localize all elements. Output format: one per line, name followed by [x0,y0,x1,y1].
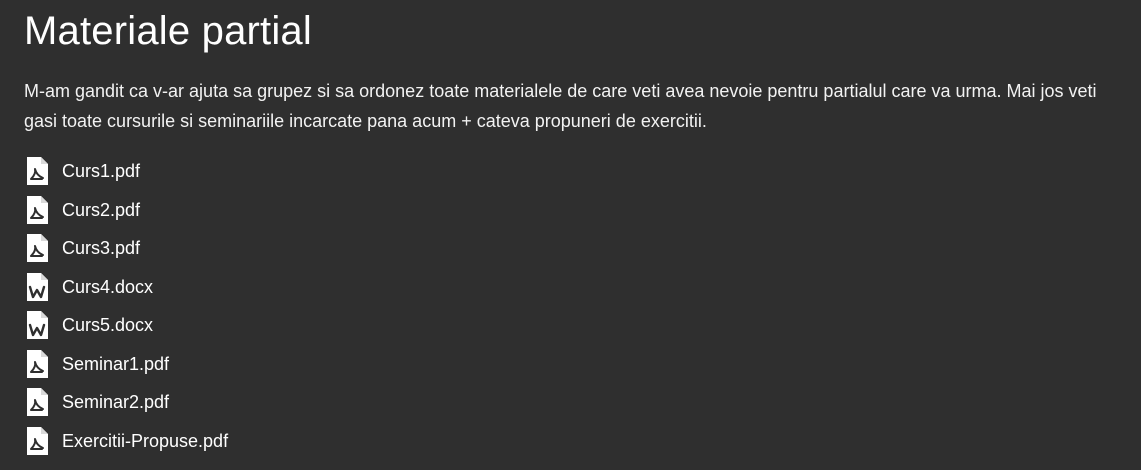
word-file-icon [26,272,48,301]
file-link-curs5[interactable]: Curs5.docx [24,306,1129,345]
file-name: Seminar2.pdf [62,392,170,413]
file-link-curs1[interactable]: Curs1.pdf [24,152,1129,191]
file-name: Curs1.pdf [62,161,141,182]
file-name: Seminar1.pdf [62,353,170,374]
page-description: M-am gandit ca v-ar ajuta sa grupez si s… [24,81,1097,131]
file-name: Curs4.docx [62,276,154,297]
page-title: Materiale partial [24,9,312,53]
file-list: Curs1.pdf Curs2.pdf Curs3.pdf Curs4.docx… [24,152,1129,460]
file-link-exercitii-propuse[interactable]: Exercitii-Propuse.pdf [24,422,1129,461]
file-link-curs3[interactable]: Curs3.pdf [24,229,1129,268]
file-link-seminar2[interactable]: Seminar2.pdf [24,383,1129,422]
pdf-file-icon [26,426,48,455]
file-name: Curs3.pdf [62,238,141,259]
pdf-file-icon [26,195,48,224]
pdf-file-icon [26,349,48,378]
file-link-curs2[interactable]: Curs2.pdf [24,191,1129,230]
word-file-icon [26,311,48,340]
pdf-file-icon [26,234,48,263]
pdf-file-icon [26,157,48,186]
file-name: Exercitii-Propuse.pdf [62,430,229,451]
file-name: Curs2.pdf [62,199,141,220]
file-link-seminar1[interactable]: Seminar1.pdf [24,345,1129,384]
file-name: Curs5.docx [62,315,154,336]
file-link-curs4[interactable]: Curs4.docx [24,268,1129,307]
pdf-file-icon [26,388,48,417]
page-content: Materiale partial M-am gandit ca v-ar aj… [24,0,1129,460]
